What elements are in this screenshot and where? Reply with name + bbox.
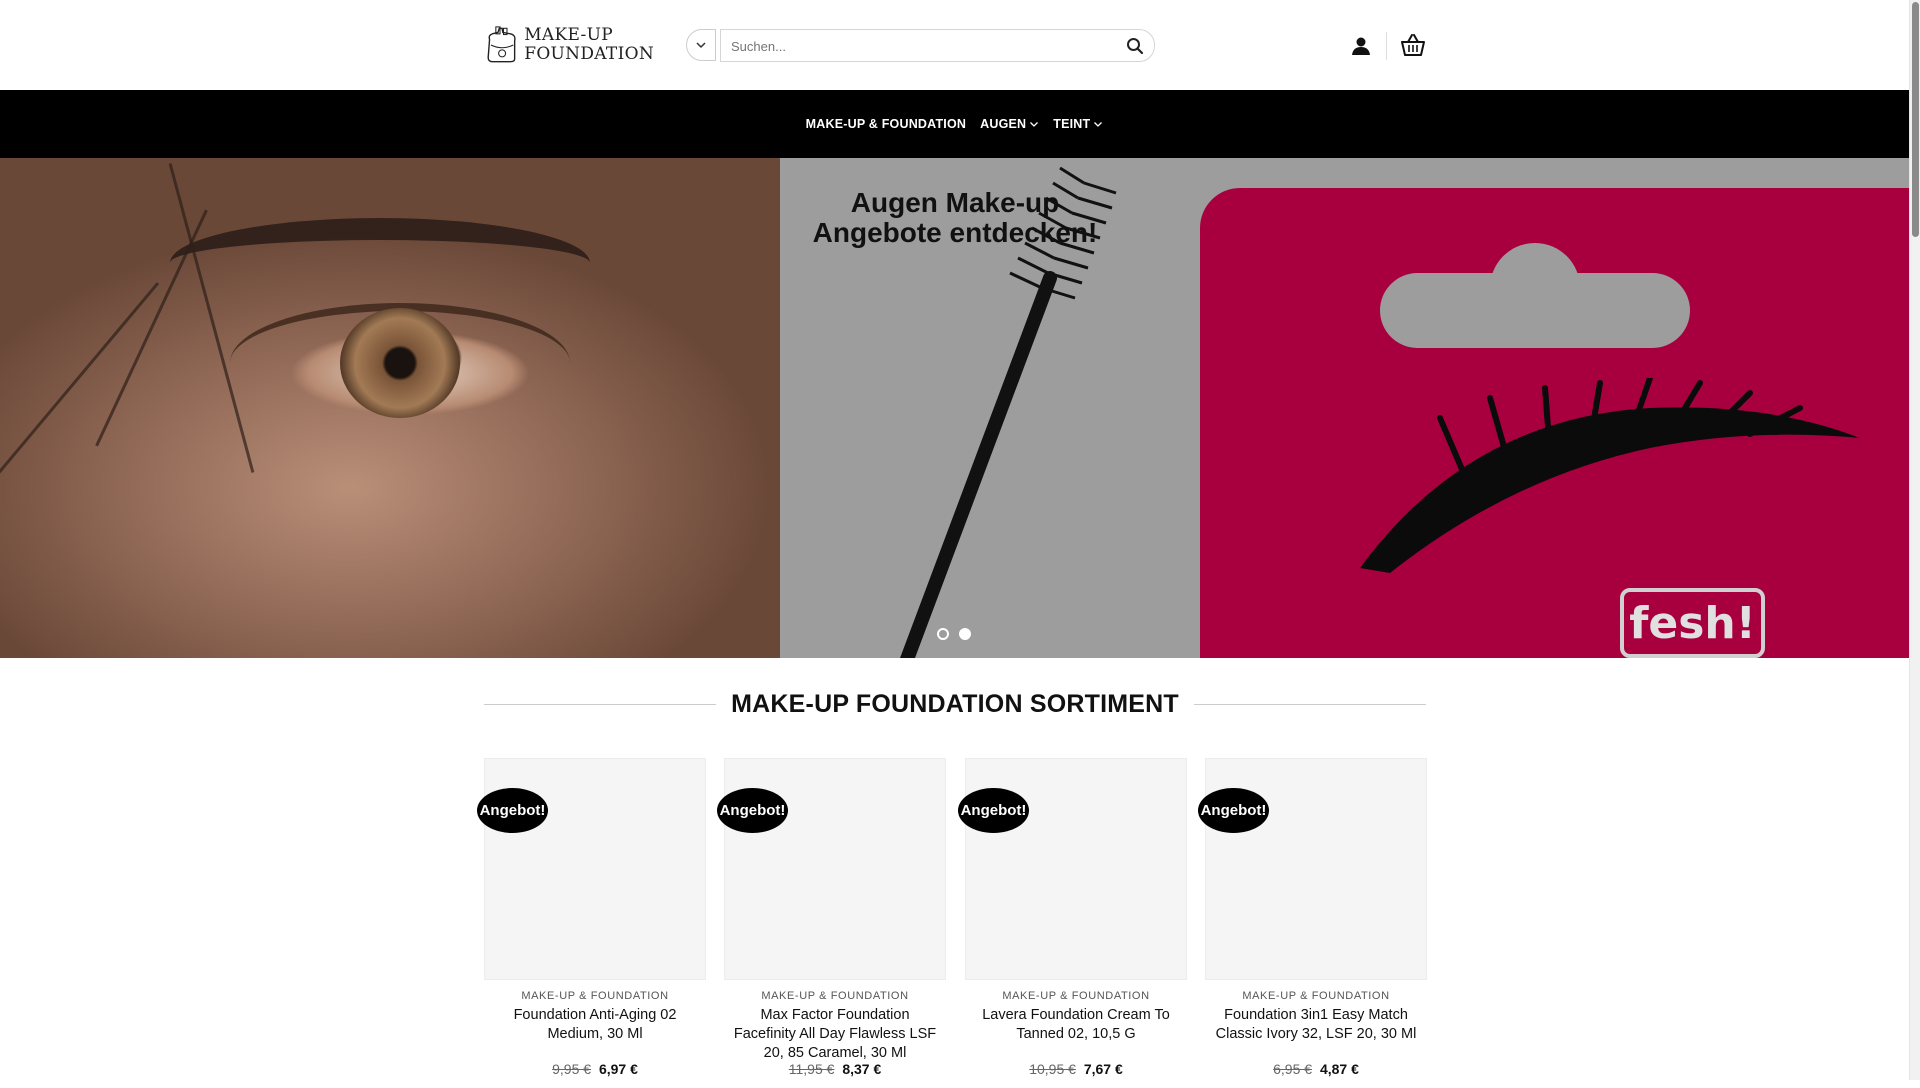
product-card[interactable]: Angebot! MAKE-UP & FOUNDATION Lavera Fou…	[958, 758, 1187, 1077]
eyebrow-shape	[170, 218, 590, 308]
site-header: MAKE-UP FOUNDATION	[0, 0, 1909, 90]
old-price: 9,95 €	[552, 1061, 592, 1077]
nav-item-makeup-foundation[interactable]: MAKE-UP & FOUNDATION	[806, 117, 966, 131]
old-price: 6,95 €	[1273, 1061, 1313, 1077]
account-button[interactable]	[1350, 34, 1372, 58]
product-card[interactable]: Angebot! MAKE-UP & FOUNDATION Foundation…	[1198, 758, 1427, 1077]
product-name[interactable]: Foundation Anti-Aging 02 Medium, 30 Ml	[484, 1006, 706, 1044]
product-name[interactable]: Lavera Foundation Cream To Tanned 02, 10…	[965, 1006, 1187, 1044]
search-input[interactable]	[731, 37, 1101, 55]
lash-graphic	[1360, 378, 1860, 573]
chevron-down-icon	[696, 42, 706, 49]
product-category[interactable]: MAKE-UP & FOUNDATION	[724, 990, 946, 1002]
logo-text: MAKE-UP FOUNDATION	[524, 26, 654, 64]
product-category[interactable]: MAKE-UP & FOUNDATION	[965, 990, 1187, 1002]
divider-line	[1193, 703, 1426, 705]
product-price: 6,95 € 4,87 €	[1205, 1061, 1427, 1077]
product-name[interactable]: Max Factor Foundation Facefinity All Day…	[724, 1006, 946, 1063]
section-heading: MAKE-UP FOUNDATION SORTIMENT	[484, 686, 1426, 722]
search-icon	[1127, 38, 1144, 55]
iris-shape	[340, 308, 460, 418]
cart-button[interactable]	[1400, 32, 1426, 58]
sale-price: 4,87 €	[1319, 1061, 1359, 1077]
header-divider	[1386, 32, 1387, 60]
nav-item-teint[interactable]: TEINT	[1053, 117, 1103, 131]
search-field	[720, 29, 1155, 62]
slider-dot-1[interactable]	[937, 628, 949, 640]
chevron-down-icon	[1094, 122, 1103, 127]
sale-price: 7,67 €	[1083, 1061, 1123, 1077]
hair-strand	[168, 163, 255, 473]
logo-line-2: FOUNDATION	[524, 44, 654, 64]
product-grid: Angebot! MAKE-UP & FOUNDATION Foundation…	[477, 758, 1427, 1088]
site-logo[interactable]: MAKE-UP FOUNDATION	[484, 16, 654, 74]
basket-icon	[1401, 34, 1425, 56]
old-price: 10,95 €	[1029, 1061, 1076, 1077]
search-button[interactable]	[1124, 35, 1146, 57]
hero-title-line-2: Angebote entdecken!	[812, 217, 1098, 248]
hero-eye-image	[0, 158, 780, 658]
product-category[interactable]: MAKE-UP & FOUNDATION	[484, 990, 706, 1002]
user-icon	[1352, 37, 1370, 55]
nav-item-label: AUGEN	[980, 117, 1027, 131]
product-card[interactable]: Angebot! MAKE-UP & FOUNDATION Foundation…	[477, 758, 706, 1077]
chevron-down-icon	[1030, 122, 1039, 127]
makeup-bag-logo-icon	[487, 26, 516, 63]
nav-item-augen[interactable]: AUGEN	[980, 117, 1039, 131]
hero-headline[interactable]: Augen Make-up Angebote entdecken!	[780, 188, 1130, 248]
slider-dots	[937, 628, 971, 640]
sale-price: 6,97 €	[598, 1061, 638, 1077]
product-price: 9,95 € 6,97 €	[484, 1061, 706, 1077]
slider-dot-2[interactable]	[959, 628, 971, 640]
product-name[interactable]: Foundation 3in1 Easy Match Classic Ivory…	[1205, 1006, 1427, 1044]
product-price: 10,95 € 7,67 €	[965, 1061, 1187, 1077]
sale-price: 8,37 €	[842, 1061, 882, 1077]
hero-title-line-1: Augen Make-up	[850, 187, 1060, 218]
scrollbar-thumb[interactable]	[1912, 2, 1919, 237]
hero-slider[interactable]: fesh! Augen Make-up Angebote entdecken!	[0, 158, 1909, 658]
main-navigation: MAKE-UP & FOUNDATION AUGEN TEINT	[0, 90, 1909, 158]
nav-item-label: MAKE-UP & FOUNDATION	[805, 117, 967, 131]
product-category[interactable]: MAKE-UP & FOUNDATION	[1205, 990, 1427, 1002]
product-price: 11,95 € 8,37 €	[724, 1061, 946, 1077]
nav-item-label: TEINT	[1053, 117, 1091, 131]
card-hanger-slot	[1380, 273, 1690, 348]
brand-logo-fesh: fesh!	[1620, 588, 1765, 658]
product-card[interactable]: Angebot! MAKE-UP & FOUNDATION Max Factor…	[717, 758, 946, 1077]
hair-strand	[0, 282, 160, 514]
sale-badge: Angebot!	[1198, 788, 1269, 833]
divider-line	[484, 703, 717, 705]
sale-badge: Angebot!	[958, 788, 1029, 833]
old-price: 11,95 €	[788, 1061, 835, 1077]
sale-badge: Angebot!	[477, 788, 548, 833]
section-title: MAKE-UP FOUNDATION SORTIMENT	[731, 689, 1179, 718]
search-category-dropdown[interactable]	[686, 29, 716, 61]
page-scrollbar[interactable]	[1909, 0, 1920, 1080]
sale-badge: Angebot!	[717, 788, 788, 833]
logo-line-1: MAKE-UP	[524, 25, 613, 45]
product-card-shape: fesh!	[1200, 188, 1909, 658]
